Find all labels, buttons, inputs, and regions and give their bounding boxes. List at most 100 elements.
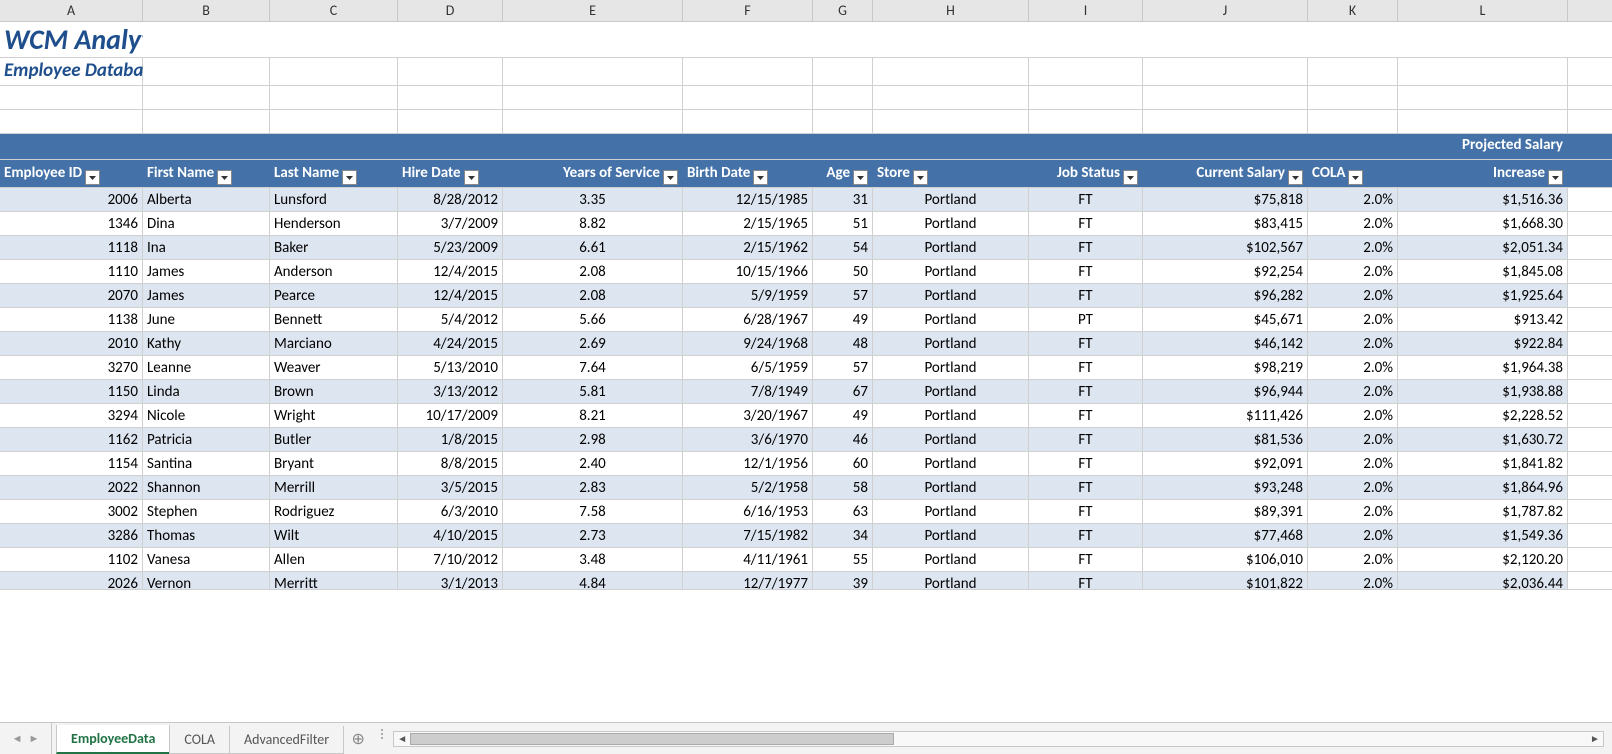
cell-salary[interactable]: $96,944: [1143, 380, 1308, 403]
cell-age[interactable]: 46: [813, 428, 873, 451]
cell[interactable]: [1398, 58, 1568, 85]
cell[interactable]: [873, 22, 1029, 57]
cell-store[interactable]: Portland: [873, 284, 1029, 307]
cell-salary[interactable]: $75,818: [1143, 188, 1308, 211]
cell-status[interactable]: FT: [1029, 404, 1143, 427]
cell-birth[interactable]: 12/1/1956: [683, 452, 813, 475]
projected-increase-filter-button[interactable]: [1548, 170, 1563, 185]
col-header-J[interactable]: J: [1143, 0, 1308, 21]
cell[interactable]: [813, 22, 873, 57]
cell-status[interactable]: FT: [1029, 524, 1143, 547]
cell-first[interactable]: Linda: [143, 380, 270, 403]
cell[interactable]: [1308, 110, 1398, 133]
cell-last[interactable]: Bennett: [270, 308, 398, 331]
cell-store[interactable]: Portland: [873, 188, 1029, 211]
cell[interactable]: [503, 86, 683, 109]
cell-first[interactable]: Patricia: [143, 428, 270, 451]
col-header-E[interactable]: E: [503, 0, 683, 21]
col-header-H[interactable]: H: [873, 0, 1029, 21]
cell-last[interactable]: Merritt: [270, 572, 398, 589]
cell[interactable]: [1029, 86, 1143, 109]
cell-yos[interactable]: 2.40: [503, 452, 683, 475]
cell[interactable]: [683, 86, 813, 109]
cell[interactable]: [0, 110, 143, 133]
cell-store[interactable]: Portland: [873, 452, 1029, 475]
cell-last[interactable]: Pearce: [270, 284, 398, 307]
cell-cola[interactable]: 2.0%: [1308, 356, 1398, 379]
cell-proj[interactable]: $1,964.38: [1398, 356, 1568, 379]
cell-yos[interactable]: 2.83: [503, 476, 683, 499]
cell-salary[interactable]: $93,248: [1143, 476, 1308, 499]
last-name-filter-button[interactable]: [342, 170, 357, 185]
cell-age[interactable]: 67: [813, 380, 873, 403]
tab-scroll-right-icon[interactable]: ►: [29, 732, 40, 745]
cell-id[interactable]: 1138: [0, 308, 143, 331]
cell-store[interactable]: Portland: [873, 548, 1029, 571]
cell-id[interactable]: 2010: [0, 332, 143, 355]
cell-id[interactable]: 1150: [0, 380, 143, 403]
cell[interactable]: [503, 134, 683, 159]
cell-status[interactable]: FT: [1029, 452, 1143, 475]
cell-store[interactable]: Portland: [873, 380, 1029, 403]
scroll-right-icon[interactable]: ►: [1587, 732, 1603, 745]
cell[interactable]: [143, 86, 270, 109]
header-current-salary[interactable]: Current Salary: [1143, 160, 1308, 187]
cell-salary[interactable]: $46,142: [1143, 332, 1308, 355]
cell-salary[interactable]: $92,254: [1143, 260, 1308, 283]
cell-cola[interactable]: 2.0%: [1308, 308, 1398, 331]
cell-proj[interactable]: $1,516.36: [1398, 188, 1568, 211]
cell-last[interactable]: Rodriguez: [270, 500, 398, 523]
cell-last[interactable]: Weaver: [270, 356, 398, 379]
cell-last[interactable]: Anderson: [270, 260, 398, 283]
cell-id[interactable]: 1346: [0, 212, 143, 235]
tab-scroll-controls[interactable]: ◄ ►: [0, 723, 52, 754]
cell-cola[interactable]: 2.0%: [1308, 212, 1398, 235]
scroll-left-icon[interactable]: ◄: [394, 732, 410, 745]
cell-last[interactable]: Merrill: [270, 476, 398, 499]
cell-birth[interactable]: 6/16/1953: [683, 500, 813, 523]
new-sheet-button[interactable]: ⊕: [343, 723, 373, 754]
cell-age[interactable]: 50: [813, 260, 873, 283]
cell-salary[interactable]: $98,219: [1143, 356, 1308, 379]
cell-cola[interactable]: 2.0%: [1308, 476, 1398, 499]
cell-store[interactable]: Portland: [873, 428, 1029, 451]
cell-id[interactable]: 3270: [0, 356, 143, 379]
cell-store[interactable]: Portland: [873, 332, 1029, 355]
cell-cola[interactable]: 2.0%: [1308, 524, 1398, 547]
cell-yos[interactable]: 2.69: [503, 332, 683, 355]
cell-age[interactable]: 63: [813, 500, 873, 523]
cell-first[interactable]: Shannon: [143, 476, 270, 499]
cell-status[interactable]: FT: [1029, 380, 1143, 403]
cell[interactable]: [873, 110, 1029, 133]
cell-first[interactable]: Vernon: [143, 572, 270, 589]
cell-hire[interactable]: 5/4/2012: [398, 308, 503, 331]
cell-store[interactable]: Portland: [873, 476, 1029, 499]
header-store[interactable]: Store: [873, 160, 1029, 187]
cell-id[interactable]: 3286: [0, 524, 143, 547]
cell-birth[interactable]: 12/15/1985: [683, 188, 813, 211]
cell-status[interactable]: FT: [1029, 236, 1143, 259]
col-header-L[interactable]: L: [1398, 0, 1568, 21]
cell-birth[interactable]: 9/24/1968: [683, 332, 813, 355]
years-of-service-filter-button[interactable]: [663, 170, 678, 185]
cell-store[interactable]: Portland: [873, 500, 1029, 523]
cell-cola[interactable]: 2.0%: [1308, 284, 1398, 307]
cell[interactable]: [683, 134, 813, 159]
scroll-thumb[interactable]: [410, 733, 894, 745]
current-salary-filter-button[interactable]: [1288, 170, 1303, 185]
cell-first[interactable]: Santina: [143, 452, 270, 475]
cell-proj[interactable]: $1,668.30: [1398, 212, 1568, 235]
cell-first[interactable]: James: [143, 260, 270, 283]
page-title[interactable]: WCM Analytics: [0, 22, 143, 57]
cell[interactable]: [1029, 134, 1143, 159]
cell-first[interactable]: Thomas: [143, 524, 270, 547]
cell-birth[interactable]: 12/7/1977: [683, 572, 813, 589]
cell-last[interactable]: Bryant: [270, 452, 398, 475]
cell-hire[interactable]: 1/8/2015: [398, 428, 503, 451]
cell[interactable]: [873, 86, 1029, 109]
cell-status[interactable]: FT: [1029, 332, 1143, 355]
header-cola[interactable]: COLA: [1308, 160, 1398, 187]
cell-cola[interactable]: 2.0%: [1308, 452, 1398, 475]
header-projected-salary-top[interactable]: Projected Salary: [1398, 134, 1568, 159]
cell-yos[interactable]: 8.21: [503, 404, 683, 427]
